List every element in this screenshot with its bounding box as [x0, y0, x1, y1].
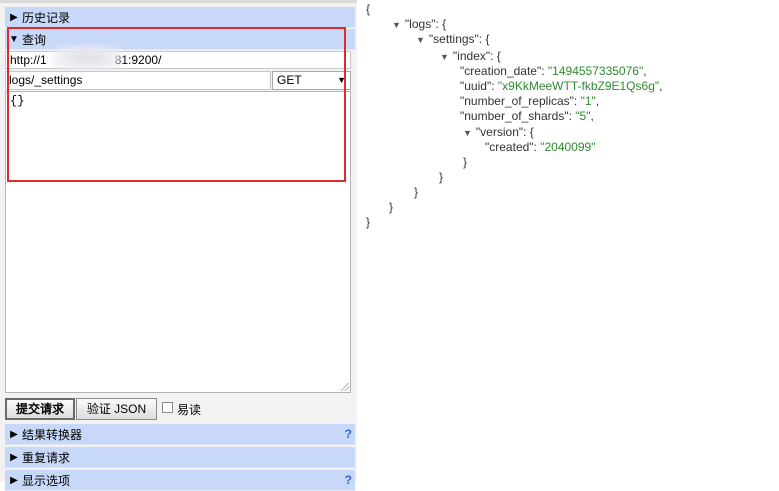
triangle-right-icon: ▶: [10, 474, 18, 486]
triangle-down-icon[interactable]: ▼: [440, 52, 449, 62]
request-body-textarea[interactable]: {}: [5, 91, 351, 393]
url-start: http://1: [10, 53, 47, 67]
json-replicas: "number_of_replicas": "1",: [460, 94, 600, 108]
triangle-down-icon[interactable]: ▼: [463, 128, 472, 138]
top-strip: [0, 0, 357, 3]
section-transform[interactable]: ▶ 结果转换器 ?: [5, 424, 355, 445]
section-history-label: 历史记录: [22, 10, 71, 25]
left-panel: ▶ 历史记录 ▼ 查询 http://1 81:9200/ logs/_setti…: [0, 0, 357, 491]
section-query-label: 查询: [22, 32, 47, 47]
section-repeat[interactable]: ▶ 重复请求: [5, 447, 355, 468]
json-settings-close: }: [414, 185, 419, 199]
json-version-close: }: [463, 155, 468, 169]
json-root-close: }: [366, 215, 371, 229]
section-history[interactable]: ▶ 历史记录: [5, 7, 355, 28]
section-transform-label: 结果转换器: [22, 427, 83, 442]
request-body-text: {}: [10, 94, 25, 108]
response-panel: { ▼ "logs": { ▼ "settings": { ▼ "index": { …: [357, 0, 779, 482]
triangle-right-icon: ▶: [10, 11, 18, 23]
method-select[interactable]: GET ▼: [272, 71, 351, 90]
triangle-down-icon[interactable]: ▼: [392, 20, 401, 30]
json-index-line[interactable]: ▼ "index": {: [440, 49, 501, 65]
triangle-right-icon: ▶: [10, 428, 18, 440]
triangle-down-icon[interactable]: ▼: [416, 35, 425, 45]
triangle-right-icon: ▶: [10, 451, 18, 463]
json-index-close: }: [439, 170, 444, 184]
json-version-line[interactable]: ▼ "version": {: [463, 125, 534, 141]
section-repeat-label: 重复请求: [22, 450, 71, 465]
json-logs-close: }: [389, 200, 394, 214]
json-created: "created": "2040099": [485, 140, 596, 154]
section-display-label: 显示选项: [22, 473, 71, 488]
triangle-down-icon: ▼: [9, 33, 19, 45]
dropdown-arrow-icon: ▼: [337, 75, 346, 85]
resize-handle-icon[interactable]: [341, 383, 349, 391]
path-input[interactable]: logs/_settings: [5, 71, 271, 90]
json-uuid: "uuid": "x9KkMeeWTT-fkbZ9E1Qs6g",: [460, 79, 663, 93]
pretty-label: 易读: [177, 403, 202, 417]
help-icon[interactable]: ?: [345, 427, 352, 441]
json-logs-line[interactable]: ▼ "logs": {: [392, 17, 446, 33]
redacted-host: [52, 45, 122, 71]
json-settings-line[interactable]: ▼ "settings": {: [416, 32, 489, 48]
section-display[interactable]: ▶ 显示选项 ?: [5, 470, 355, 491]
json-root-open: {: [366, 2, 371, 16]
validate-json-button[interactable]: 验证 JSON: [76, 398, 157, 420]
method-value: GET: [277, 73, 302, 87]
json-creation-date: "creation_date": "1494557335076",: [460, 64, 647, 78]
help-icon[interactable]: ?: [345, 473, 352, 487]
pretty-checkbox[interactable]: [162, 402, 173, 413]
submit-request-button[interactable]: 提交请求: [5, 398, 75, 420]
json-shards: "number_of_shards": "5",: [460, 109, 594, 123]
